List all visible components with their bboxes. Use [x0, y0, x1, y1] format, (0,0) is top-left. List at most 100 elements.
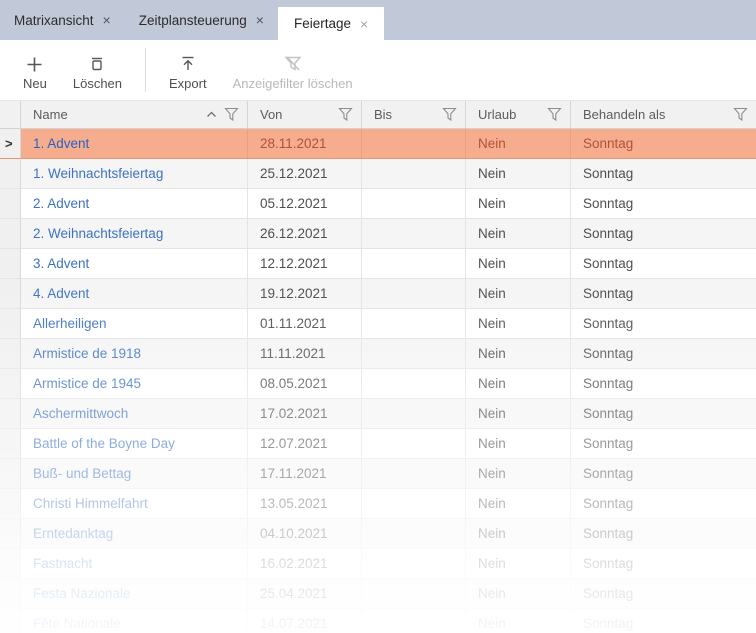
table-row[interactable]: 2. Weihnachtsfeiertag 26.12.2021 Nein So… [0, 219, 756, 249]
table-row[interactable]: Aschermittwoch 17.02.2021 Nein Sonntag [0, 399, 756, 429]
behandeln-als-cell: Sonntag [571, 129, 756, 159]
bis-cell [362, 219, 466, 249]
row-selector-cell [0, 369, 21, 399]
von-cell: 08.05.2021 [248, 369, 362, 399]
close-icon[interactable]: × [360, 16, 368, 32]
column-header-name[interactable]: Name [21, 101, 248, 128]
table-row[interactable]: > 1. Advent 28.11.2021 Nein Sonntag [0, 129, 756, 159]
holiday-name-link[interactable]: 2. Advent [21, 189, 248, 219]
bis-cell [362, 519, 466, 549]
table-row[interactable]: Armistice de 1945 08.05.2021 Nein Sonnta… [0, 369, 756, 399]
close-icon[interactable]: × [103, 12, 111, 28]
row-selector-cell [0, 459, 21, 489]
table-row[interactable]: Festa Nazionale 25.04.2021 Nein Sonntag [0, 579, 756, 609]
holiday-name-link[interactable]: Festa Nazionale [21, 579, 248, 609]
urlaub-cell: Nein [466, 369, 571, 399]
holiday-name-link[interactable]: Fête Nationale [21, 609, 248, 633]
row-selector-cell [0, 429, 21, 459]
holiday-name-link[interactable]: Fastnacht [21, 549, 248, 579]
table-row[interactable]: Buß- und Bettag 17.11.2021 Nein Sonntag [0, 459, 756, 489]
column-header-bis[interactable]: Bis [362, 101, 466, 128]
column-label: Urlaub [478, 107, 516, 122]
bis-cell [362, 549, 466, 579]
table-row[interactable]: Fastnacht 16.02.2021 Nein Sonntag [0, 549, 756, 579]
behandeln-als-cell: Sonntag [571, 309, 756, 339]
column-header-behandeln-als[interactable]: Behandeln als [571, 101, 756, 128]
table-body: > 1. Advent 28.11.2021 Nein Sonntag 1. W… [0, 129, 756, 633]
table-row[interactable]: Allerheiligen 01.11.2021 Nein Sonntag [0, 309, 756, 339]
row-selector-cell: > [0, 129, 21, 159]
urlaub-cell: Nein [466, 159, 571, 189]
tab-label: Matrixansicht [14, 13, 94, 28]
table-row[interactable]: Armistice de 1918 11.11.2021 Nein Sonnta… [0, 339, 756, 369]
holiday-name-link[interactable]: Allerheiligen [21, 309, 248, 339]
row-selector-cell [0, 399, 21, 429]
tab-matrixansicht[interactable]: Matrixansicht × [0, 0, 125, 40]
behandeln-als-cell: Sonntag [571, 549, 756, 579]
holiday-name-link[interactable]: 3. Advent [21, 249, 248, 279]
table-row[interactable]: Fête Nationale 14.07.2021 Nein Sonntag [0, 609, 756, 633]
plus-icon [26, 49, 43, 73]
filter-icon[interactable] [442, 107, 457, 122]
bis-cell [362, 249, 466, 279]
bis-cell [362, 609, 466, 633]
table-row[interactable]: 3. Advent 12.12.2021 Nein Sonntag [0, 249, 756, 279]
sort-ascending-icon [206, 111, 217, 118]
table-row[interactable]: Erntedanktag 04.10.2021 Nein Sonntag [0, 519, 756, 549]
holiday-name-link[interactable]: 4. Advent [21, 279, 248, 309]
behandeln-als-cell: Sonntag [571, 159, 756, 189]
column-header-von[interactable]: Von [248, 101, 362, 128]
holiday-name-link[interactable]: Armistice de 1918 [21, 339, 248, 369]
holiday-name-link[interactable]: 1. Advent [21, 129, 248, 159]
table-row[interactable]: Christi Himmelfahrt 13.05.2021 Nein Sonn… [0, 489, 756, 519]
column-label: Name [33, 107, 68, 122]
export-button[interactable]: Export [156, 44, 220, 96]
column-label: Behandeln als [583, 107, 665, 122]
tab-label: Zeitplansteuerung [139, 13, 247, 28]
holiday-name-link[interactable]: 2. Weihnachtsfeiertag [21, 219, 248, 249]
holiday-name-link[interactable]: Armistice de 1945 [21, 369, 248, 399]
holiday-name-link[interactable]: Battle of the Boyne Day [21, 429, 248, 459]
behandeln-als-cell: Sonntag [571, 399, 756, 429]
filter-icon[interactable] [733, 107, 748, 122]
urlaub-cell: Nein [466, 429, 571, 459]
table-row[interactable]: 1. Weihnachtsfeiertag 25.12.2021 Nein So… [0, 159, 756, 189]
close-icon[interactable]: × [256, 12, 264, 28]
column-header-urlaub[interactable]: Urlaub [466, 101, 571, 128]
new-button[interactable]: Neu [10, 44, 60, 96]
clear-display-filter-button: Anzeigefilter löschen [220, 44, 366, 96]
toolbar: Neu Löschen Export Anzeigefilter löschen [0, 40, 756, 101]
von-cell: 25.12.2021 [248, 159, 362, 189]
urlaub-cell: Nein [466, 459, 571, 489]
filter-icon[interactable] [224, 107, 239, 122]
table-row[interactable]: 2. Advent 05.12.2021 Nein Sonntag [0, 189, 756, 219]
holiday-name-link[interactable]: Buß- und Bettag [21, 459, 248, 489]
urlaub-cell: Nein [466, 579, 571, 609]
row-selector-cell [0, 249, 21, 279]
table-row[interactable]: 4. Advent 19.12.2021 Nein Sonntag [0, 279, 756, 309]
row-selector-cell [0, 189, 21, 219]
tab-zeitplansteuerung[interactable]: Zeitplansteuerung × [125, 0, 278, 40]
behandeln-als-cell: Sonntag [571, 219, 756, 249]
holiday-name-link[interactable]: Christi Himmelfahrt [21, 489, 248, 519]
trash-icon [88, 49, 106, 73]
bis-cell [362, 369, 466, 399]
table-row[interactable]: Battle of the Boyne Day 12.07.2021 Nein … [0, 429, 756, 459]
behandeln-als-cell: Sonntag [571, 459, 756, 489]
filter-icon[interactable] [338, 107, 353, 122]
urlaub-cell: Nein [466, 609, 571, 633]
tab-feiertage[interactable]: Feiertage × [278, 7, 384, 40]
holiday-name-link[interactable]: Aschermittwoch [21, 399, 248, 429]
filter-icon[interactable] [547, 107, 562, 122]
urlaub-cell: Nein [466, 189, 571, 219]
behandeln-als-cell: Sonntag [571, 519, 756, 549]
holiday-name-link[interactable]: Erntedanktag [21, 519, 248, 549]
behandeln-als-cell: Sonntag [571, 579, 756, 609]
holiday-name-link[interactable]: 1. Weihnachtsfeiertag [21, 159, 248, 189]
delete-button[interactable]: Löschen [60, 44, 135, 96]
row-selector-cell [0, 609, 21, 633]
behandeln-als-cell: Sonntag [571, 369, 756, 399]
von-cell: 12.12.2021 [248, 249, 362, 279]
bis-cell [362, 399, 466, 429]
row-selector-cell [0, 339, 21, 369]
